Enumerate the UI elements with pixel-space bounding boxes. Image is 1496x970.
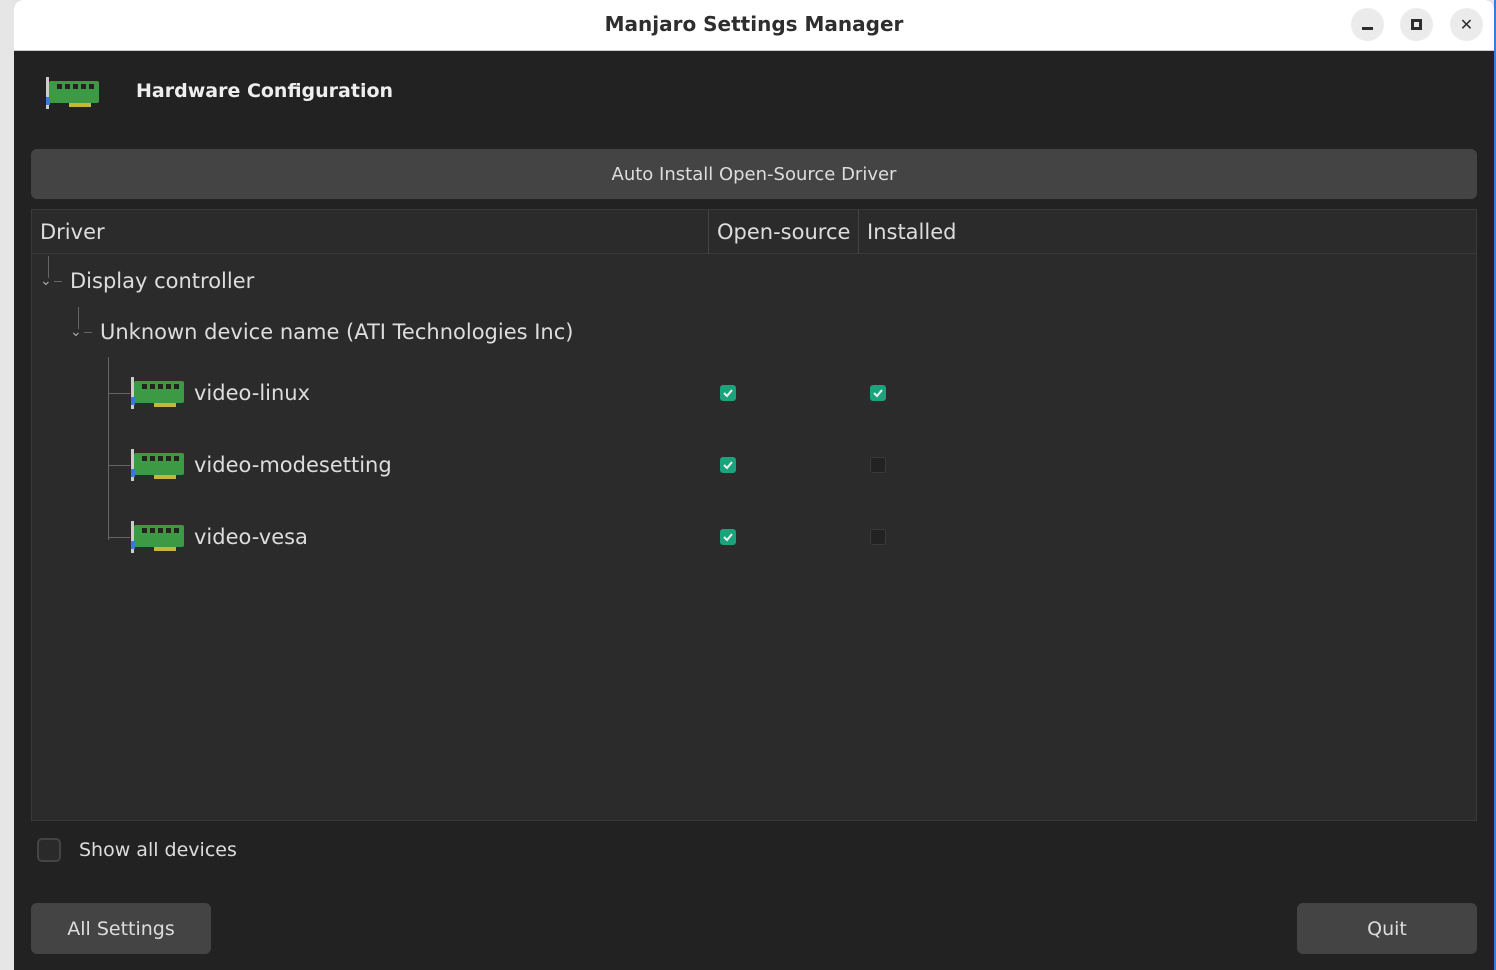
auto-install-button[interactable]: Auto Install Open-Source Driver (31, 149, 1477, 199)
graphics-card-icon (130, 519, 186, 555)
installed-checkbox[interactable] (870, 385, 886, 401)
title-bar: Manjaro Settings Manager ✕ (14, 0, 1494, 51)
maximize-button[interactable] (1400, 8, 1433, 41)
checkbox[interactable] (37, 838, 61, 862)
graphics-card-icon (130, 375, 186, 411)
close-icon: ✕ (1460, 15, 1473, 34)
open-source-checkbox[interactable] (720, 457, 736, 473)
tree-row-group[interactable]: ⌄ Display controller (40, 264, 254, 298)
tree-row-device[interactable]: ⌄ Unknown device name (ATI Technologies … (70, 315, 573, 349)
graphics-card-icon (130, 447, 186, 483)
app-window: Manjaro Settings Manager ✕ Hardware Conf… (14, 0, 1494, 970)
driver-row[interactable]: video-vesa (108, 514, 308, 560)
driver-row[interactable]: video-linux (108, 370, 310, 416)
close-button[interactable]: ✕ (1450, 8, 1483, 41)
quit-button[interactable]: Quit (1297, 903, 1477, 954)
maximize-icon (1411, 19, 1422, 30)
window-title: Manjaro Settings Manager (14, 12, 1494, 36)
show-all-devices-label: Show all devices (79, 839, 237, 861)
group-label: Display controller (70, 269, 254, 293)
open-source-checkbox[interactable] (720, 529, 736, 545)
column-header-open-source[interactable]: Open-source (709, 210, 859, 254)
driver-name: video-vesa (194, 525, 308, 549)
open-source-checkbox[interactable] (720, 385, 736, 401)
column-header-installed[interactable]: Installed (859, 210, 956, 254)
page-title: Hardware Configuration (136, 80, 393, 102)
chevron-down-icon[interactable]: ⌄ (70, 324, 84, 340)
installed-checkbox[interactable] (870, 457, 886, 473)
chevron-down-icon[interactable]: ⌄ (40, 273, 54, 289)
installed-checkbox[interactable] (870, 529, 886, 545)
driver-row[interactable]: video-modesetting (108, 442, 392, 488)
graphics-card-icon (45, 75, 101, 111)
all-settings-button[interactable]: All Settings (31, 903, 211, 954)
minimize-icon (1362, 27, 1373, 30)
show-all-devices-checkbox[interactable]: Show all devices (37, 838, 237, 862)
device-label: Unknown device name (ATI Technologies In… (100, 320, 573, 344)
driver-name: video-modesetting (194, 453, 392, 477)
minimize-button[interactable] (1351, 8, 1384, 41)
table-header: Driver Open-source Installed (32, 210, 1476, 254)
driver-name: video-linux (194, 381, 310, 405)
driver-tree-table[interactable]: Driver Open-source Installed ⌄ Display c… (31, 209, 1477, 821)
column-header-driver[interactable]: Driver (32, 210, 709, 254)
